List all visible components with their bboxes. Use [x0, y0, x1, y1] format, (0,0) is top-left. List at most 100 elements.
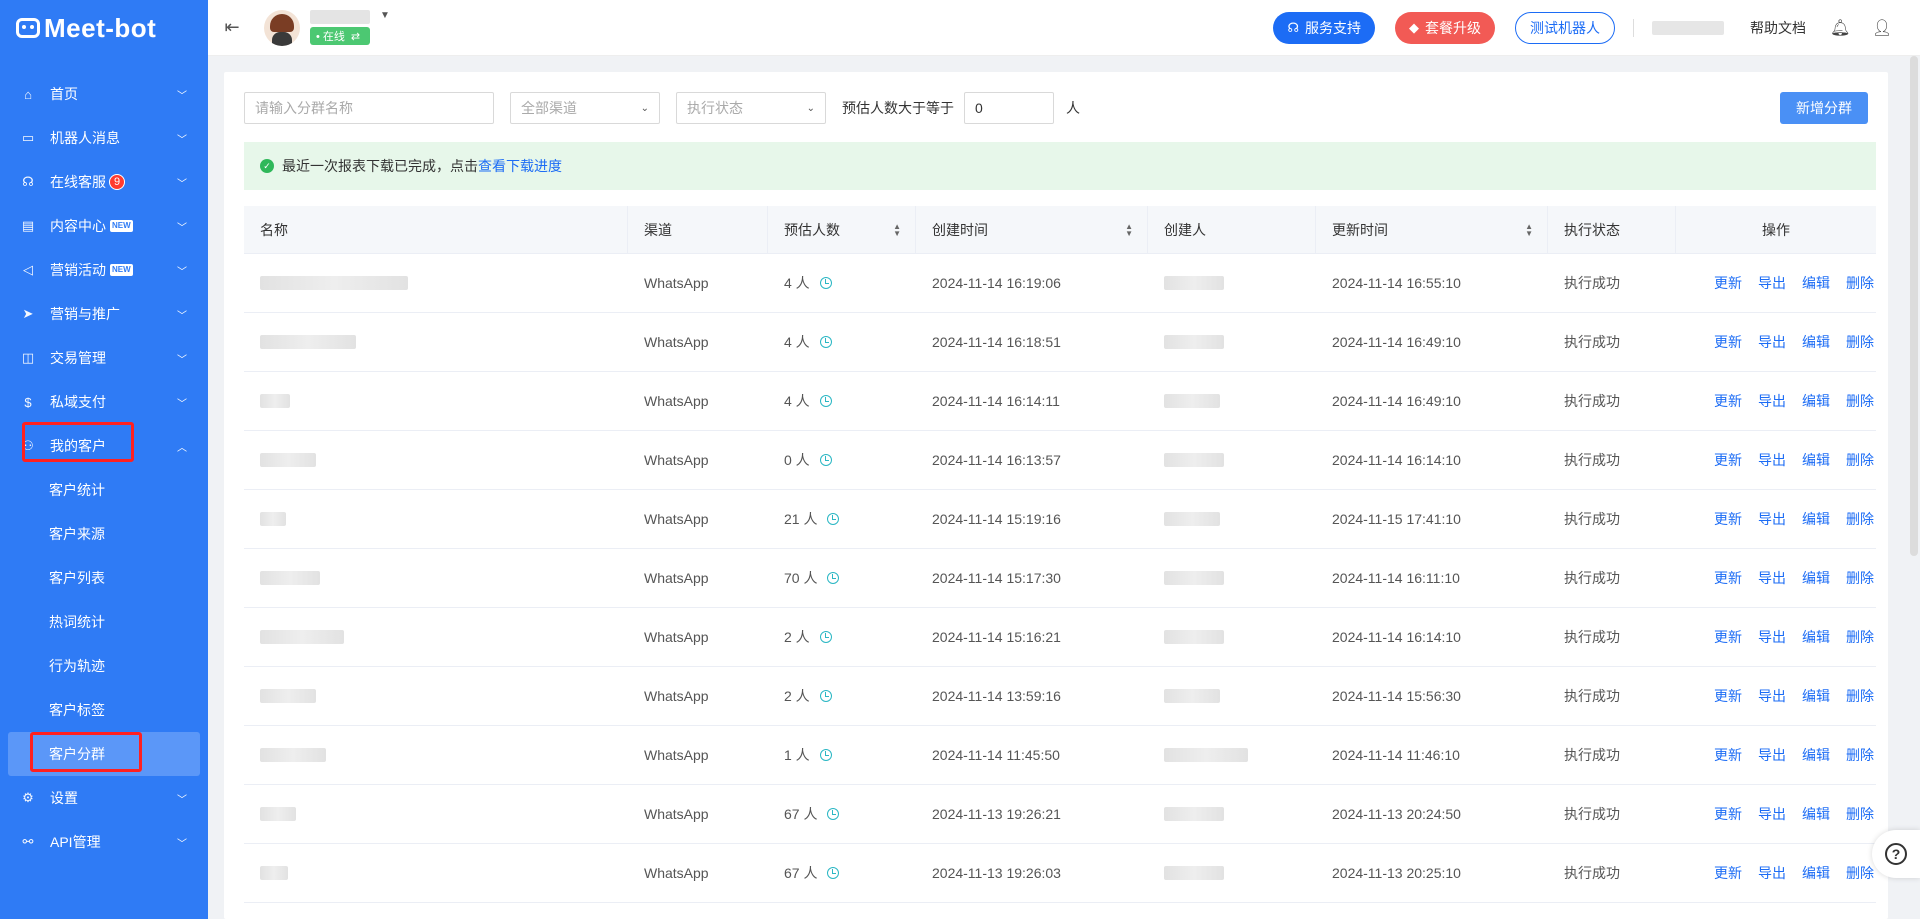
account-name-redacted[interactable]	[1652, 20, 1724, 35]
brand-logo[interactable]: Meet-bot	[0, 0, 208, 56]
edit-link[interactable]: 编辑	[1802, 391, 1830, 411]
delete-link[interactable]: 删除	[1846, 568, 1874, 588]
sidebar-item-robot-messages[interactable]: ▭ 机器人消息 ﹀	[0, 116, 208, 160]
sort-icon[interactable]: ▲ ▼	[893, 222, 901, 237]
export-link[interactable]: 导出	[1758, 273, 1786, 293]
status-select[interactable]: 执行状态 ⌄	[676, 92, 826, 124]
export-link[interactable]: 导出	[1758, 686, 1786, 706]
sidebar-item-marketing-campaigns[interactable]: ◁ 营销活动 NEW ﹀	[0, 248, 208, 292]
export-link[interactable]: 导出	[1758, 509, 1786, 529]
upgrade-plan-button[interactable]: ◆ 套餐升级	[1395, 11, 1495, 44]
refresh-link[interactable]: 更新	[1714, 509, 1742, 529]
sidebar-subitem-customer-list[interactable]: 客户列表	[0, 556, 208, 600]
export-link[interactable]: 导出	[1758, 627, 1786, 647]
sidebar-item-private-payment[interactable]: $ 私域支付 ﹀	[0, 380, 208, 424]
sidebar-subitem-customer-source[interactable]: 客户来源	[0, 512, 208, 556]
clock-icon[interactable]	[827, 572, 840, 584]
clock-icon[interactable]	[827, 867, 840, 879]
sidebar-item-my-customers[interactable]: ⚇ 我的客户 ︿	[0, 424, 208, 468]
sidebar-subitem-customer-stats[interactable]: 客户统计	[0, 468, 208, 512]
edit-link[interactable]: 编辑	[1802, 627, 1830, 647]
refresh-link[interactable]: 更新	[1714, 568, 1742, 588]
user-icon[interactable]: 👤︎	[1872, 18, 1892, 38]
export-link[interactable]: 导出	[1758, 568, 1786, 588]
edit-link[interactable]: 编辑	[1802, 804, 1830, 824]
sidebar-subitem-hot-words[interactable]: 热词统计	[0, 600, 208, 644]
sidebar-item-home[interactable]: ⌂ 首页 ﹀	[0, 72, 208, 116]
sidebar-item-online-service[interactable]: ☊ 在线客服 9 ﹀	[0, 160, 208, 204]
sort-icon[interactable]: ▲ ▼	[1525, 222, 1533, 237]
delete-link[interactable]: 删除	[1846, 332, 1874, 352]
edit-link[interactable]: 编辑	[1802, 745, 1830, 765]
delete-link[interactable]: 删除	[1846, 450, 1874, 470]
refresh-link[interactable]: 更新	[1714, 391, 1742, 411]
header-estimate[interactable]: 预估人数 ▲ ▼	[768, 206, 916, 253]
sidebar-item-content-center[interactable]: ▤ 内容中心 NEW ﹀	[0, 204, 208, 248]
sidebar-item-marketing-promotion[interactable]: ➤ 营销与推广 ﹀	[0, 292, 208, 336]
export-link[interactable]: 导出	[1758, 332, 1786, 352]
edit-link[interactable]: 编辑	[1802, 863, 1830, 883]
delete-link[interactable]: 删除	[1846, 509, 1874, 529]
clock-icon[interactable]	[819, 454, 832, 466]
sidebar-item-settings[interactable]: ⚙ 设置 ﹀	[0, 776, 208, 820]
sidebar-subitem-customer-segments[interactable]: 客户分群	[8, 732, 200, 776]
refresh-link[interactable]: 更新	[1714, 745, 1742, 765]
collapse-menu-icon[interactable]: ⇤	[222, 17, 242, 38]
delete-link[interactable]: 删除	[1846, 391, 1874, 411]
sidebar-item-transactions[interactable]: ◫ 交易管理 ﹀	[0, 336, 208, 380]
export-link[interactable]: 导出	[1758, 391, 1786, 411]
edit-link[interactable]: 编辑	[1802, 450, 1830, 470]
view-download-progress-link[interactable]: 查看下载进度	[478, 156, 562, 176]
service-support-button[interactable]: ☊ 服务支持	[1273, 11, 1375, 44]
delete-link[interactable]: 删除	[1846, 273, 1874, 293]
avatar[interactable]	[264, 9, 300, 46]
clock-icon[interactable]	[819, 690, 832, 702]
help-floating-button[interactable]: ?	[1872, 830, 1920, 878]
segment-name-input[interactable]: 请输入分群名称	[244, 92, 494, 124]
add-segment-button[interactable]: 新增分群	[1780, 92, 1868, 124]
sidebar-subitem-customer-tags[interactable]: 客户标签	[0, 688, 208, 732]
refresh-link[interactable]: 更新	[1714, 273, 1742, 293]
refresh-link[interactable]: 更新	[1714, 450, 1742, 470]
clock-icon[interactable]	[819, 277, 832, 289]
help-docs-link[interactable]: 帮助文档	[1750, 18, 1806, 38]
estimate-count-input[interactable]: 0	[964, 92, 1054, 124]
bell-icon[interactable]: 🔔︎	[1830, 18, 1850, 38]
edit-link[interactable]: 编辑	[1802, 332, 1830, 352]
export-link[interactable]: 导出	[1758, 745, 1786, 765]
refresh-link[interactable]: 更新	[1714, 863, 1742, 883]
delete-link[interactable]: 删除	[1846, 745, 1874, 765]
refresh-link[interactable]: 更新	[1714, 332, 1742, 352]
delete-link[interactable]: 删除	[1846, 686, 1874, 706]
channel-select[interactable]: 全部渠道 ⌄	[510, 92, 660, 124]
clock-icon[interactable]	[819, 749, 832, 761]
delete-link[interactable]: 删除	[1846, 627, 1874, 647]
delete-link[interactable]: 删除	[1846, 863, 1874, 883]
clock-icon[interactable]	[819, 631, 832, 643]
edit-link[interactable]: 编辑	[1802, 509, 1830, 529]
export-link[interactable]: 导出	[1758, 804, 1786, 824]
sort-icon[interactable]: ▲ ▼	[1125, 222, 1133, 237]
edit-link[interactable]: 编辑	[1802, 686, 1830, 706]
page-scrollbar[interactable]	[1910, 56, 1918, 556]
delete-link[interactable]: 删除	[1846, 804, 1874, 824]
refresh-link[interactable]: 更新	[1714, 804, 1742, 824]
edit-link[interactable]: 编辑	[1802, 273, 1830, 293]
refresh-link[interactable]: 更新	[1714, 627, 1742, 647]
clock-icon[interactable]	[827, 808, 840, 820]
clock-icon[interactable]	[827, 513, 840, 525]
caret-down-icon[interactable]: ▼	[380, 10, 390, 21]
online-status-badge[interactable]: • 在线 ⇄	[310, 27, 370, 45]
sidebar-item-api[interactable]: ⚯ API管理 ﹀	[0, 820, 208, 864]
export-link[interactable]: 导出	[1758, 863, 1786, 883]
clock-icon[interactable]	[819, 336, 832, 348]
header-created-time[interactable]: 创建时间 ▲ ▼	[916, 206, 1148, 253]
test-bot-button[interactable]: 测试机器人	[1515, 11, 1615, 44]
export-link[interactable]: 导出	[1758, 450, 1786, 470]
clock-icon[interactable]	[819, 395, 832, 407]
edit-link[interactable]: 编辑	[1802, 568, 1830, 588]
header-updated-time[interactable]: 更新时间 ▲ ▼	[1316, 206, 1548, 253]
sidebar-subitem-behavior-track[interactable]: 行为轨迹	[0, 644, 208, 688]
user-info[interactable]: ▼ • 在线 ⇄	[310, 10, 390, 45]
refresh-link[interactable]: 更新	[1714, 686, 1742, 706]
